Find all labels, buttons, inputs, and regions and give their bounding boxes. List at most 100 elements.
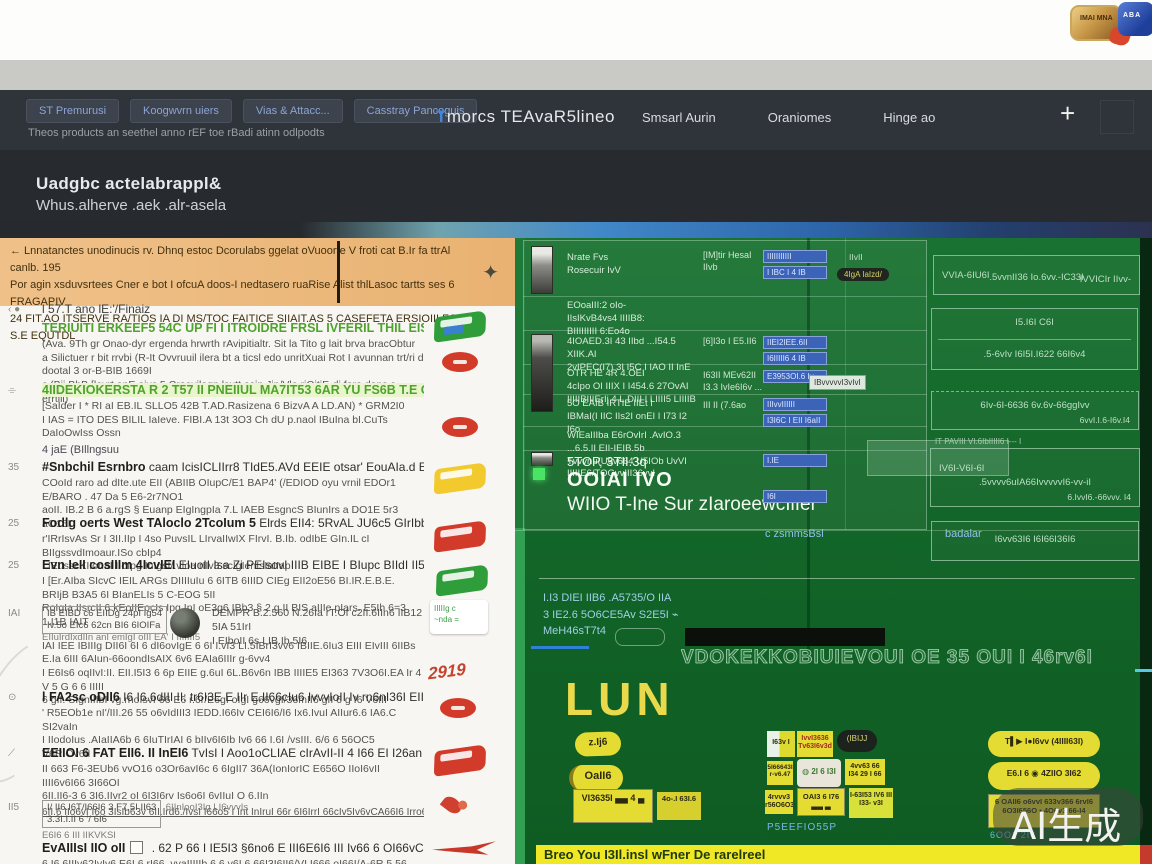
- result-title-link[interactable]: EEIIOI 6 FAT EII6. II InEI6 TvIsI I Aoo1…: [42, 746, 424, 760]
- ghost-button[interactable]: [615, 628, 665, 646]
- result-title-link[interactable]: EvAIIIsI IIO oII . 62 P 66 I IE5I3 §6no6…: [42, 841, 424, 855]
- yellow-flag-icon: [434, 462, 486, 495]
- blue-field[interactable]: IIEI2IEE.6II: [763, 336, 827, 349]
- panel-link[interactable]: c zsmmsBsl: [765, 528, 824, 540]
- blue-field[interactable]: I3I6C I EII I6aII: [763, 414, 827, 427]
- cyan-line: [1135, 669, 1152, 672]
- nav-pill-premium[interactable]: ST Premurusi: [26, 99, 119, 123]
- card-footer-text: 6.IvvI6.-66vvv. I4: [1067, 492, 1131, 502]
- nav-menu: Smsarl Aurin Oraniomes Hinge ao: [642, 110, 935, 125]
- yellow-badge[interactable]: 5I66643I r-v6.47: [767, 761, 793, 785]
- yellow-badge[interactable]: 4o-.I 63I.6: [657, 792, 701, 820]
- result-gutter-label: 35: [8, 462, 19, 473]
- nav-ghost-square[interactable]: [1100, 100, 1134, 134]
- result-title-bold: l FA2sc oDII6: [42, 690, 120, 704]
- blue-field[interactable]: IIIvvIIIIII: [763, 398, 827, 411]
- search-results-panel: ← Lnnatanctes unodinucis rv. Dhnq estoc …: [0, 238, 515, 864]
- page-header: Uadgbc actelabrappl& Whus.alherve .aek .…: [0, 150, 1152, 222]
- card-center-text: 6Iv-6I-6636 6v.6v-66ggIvv: [932, 400, 1138, 411]
- column-divider-dark: [807, 238, 810, 658]
- brand-logo[interactable]: Tmorcs TEAvaR5lineo: [436, 107, 615, 127]
- side-card: VVIA-6IU6I .5vvnII36 Io.6vv.-IC33I IVVIC…: [933, 255, 1140, 295]
- menu-item-smart[interactable]: Smsarl Aurin: [642, 110, 716, 125]
- row-center-cell: [IM]tir HesaI IIvb: [703, 250, 765, 273]
- text-cursor: [337, 241, 340, 303]
- notice-banner: ← Lnnatanctes unodinucis rv. Dhnq estoc …: [0, 238, 515, 306]
- handwritten-mark: 2919: [428, 660, 466, 685]
- nav-pill-recommended[interactable]: Koogwvrn uiers: [130, 99, 232, 123]
- dark-pill-badge[interactable]: (IBIJJ: [837, 730, 877, 752]
- checkbox[interactable]: [130, 841, 143, 854]
- search-result: ⌯ 4IIDEKIOKERSTA R 2 T57 II PNEIIUL MA7I…: [42, 383, 424, 456]
- side-card: IT PAVIII VI.6IbIIIII6 I--- I IV6I-V6I-6…: [930, 448, 1140, 507]
- stop-line-1: 5TOP, 3TII.3q: [567, 454, 647, 469]
- result-title-link[interactable]: #Snbchil Esrnbro caam IcisICLIIrr8 TIdE5…: [42, 460, 424, 474]
- green-overlay-panel: Nrate Fvs Rosecuir IvV [IM]tir HesaI IIv…: [515, 238, 1152, 864]
- blue-field[interactable]: I.IE: [763, 454, 827, 467]
- menu-item-categories[interactable]: Oraniomes: [768, 110, 832, 125]
- ai-watermark: AI生成: [993, 788, 1143, 846]
- secondary-bar: [0, 60, 1152, 90]
- yellow-badge[interactable]: I63v I: [767, 731, 795, 757]
- avatar[interactable]: [170, 608, 200, 638]
- result-title-link[interactable]: Evn IeII cosIIIm 4IcvIEI EIuoII Isa Zi P…: [42, 558, 424, 572]
- card-bottom-text: .5-6vIv I6I5I.I622 66I6v4: [932, 349, 1137, 360]
- blue-underline: [531, 646, 589, 649]
- result-gutter-icon: ⟋: [8, 748, 15, 759]
- yellow-badge[interactable]: OaII6: [569, 765, 623, 791]
- result-title-rest: Elrds EII4: 5RvAL JU6c5 GIrIbbslIg IaII5: [256, 516, 424, 530]
- result-description: II 663 F6-3EUb6 vvO16 o3Or6avI6c 6 6IgII…: [42, 763, 424, 804]
- menu-item-image[interactable]: Hinge ao: [883, 110, 935, 125]
- result-gutter-label: 25: [8, 560, 19, 571]
- circle-badge[interactable]: ◍ 2I 6 I3I: [797, 759, 841, 787]
- result-title-bold: Fodlg oerts West TAloclo 2TcoIum 5: [42, 516, 256, 530]
- result-title-rest: TvIsI I Aoo1oCLIAE cIrAvII-II 4 I66 EI I…: [188, 746, 424, 760]
- card-divider: [938, 339, 1131, 340]
- blue-field[interactable]: IIIIIIIIIII: [763, 250, 827, 263]
- gold-badge-label: IMAI MNA: [1080, 15, 1113, 23]
- result-title-link[interactable]: Fodlg oerts West TAloclo 2TcoIum 5 Elrds…: [42, 516, 424, 530]
- dark-tag-pill[interactable]: 4IgA IaIzd/: [837, 268, 889, 281]
- yellow-badge[interactable]: z.Ij6: [575, 731, 622, 757]
- gold-badge-icon[interactable]: IMAI MNA: [1070, 5, 1122, 41]
- yellow-badge[interactable]: OAI3 6 I76 ▃▃ ▃: [797, 788, 845, 816]
- row-field-group: IIEI2IEE.6II I6IIIII6 4 IB: [763, 336, 827, 368]
- add-button[interactable]: +: [1060, 98, 1075, 129]
- yellow-badge[interactable]: T▌▶ I●I6vv (4IIII63I): [988, 731, 1100, 757]
- card-left-text: IV6I-V6I-6I: [939, 463, 984, 474]
- panel-link[interactable]: badalar: [945, 528, 982, 540]
- result-sublink[interactable]: 4 jaE (BIllngsuu: [42, 444, 424, 456]
- yellow-badge[interactable]: IvvI3636 Tv63I6v3d: [797, 731, 833, 757]
- nav-pill-group: ST Premurusi Koogwvrn uiers Vias & Attac…: [26, 99, 477, 123]
- result-title-link[interactable]: 4IIDEKIOKERSTA R 2 T57 II PNEIIUL MA7IT5…: [42, 383, 424, 397]
- mid-caption[interactable]: P5EEFIO55P: [767, 822, 837, 833]
- yellow-badge[interactable]: 4rvvv3 r56O6O3I: [765, 790, 793, 814]
- result-title-link[interactable]: TERIUITI ERKEEF5 54C UP FI I ITROIDRE FR…: [42, 321, 424, 335]
- green-led-indicator: [533, 468, 545, 480]
- panel-left-edge-bright: [515, 528, 525, 864]
- red-flag-icon: [434, 744, 486, 777]
- ai-watermark-text: AI生成: [1011, 796, 1121, 850]
- red-oval-icon: [440, 698, 476, 718]
- row-center-cell: I63II MEv62II I3.3 IvIe6I6v ...: [703, 370, 765, 393]
- result-breadcrumb: l 57.T ano lE:'/Finaiz: [42, 302, 424, 316]
- yellow-badge[interactable]: I-63I53 IV6 III I33- v3I: [849, 788, 893, 818]
- red-oval-icon: [442, 417, 478, 437]
- blue-ribbon-badge-icon[interactable]: ABA: [1118, 2, 1152, 36]
- yellow-badge[interactable]: VI3635I ▄▄ 4 ▄: [573, 789, 653, 823]
- white-field[interactable]: IBvvvvvI3vIvI: [809, 375, 866, 390]
- result-title-bold: Evn IeII cosIIIm 4IcvIEI: [42, 558, 175, 572]
- result-title-link[interactable]: l FA2sc oDII6 I6 I6.6dIII II: tr6I3E E I…: [42, 690, 424, 704]
- blue-field[interactable]: I IBC I 4 IB: [763, 266, 827, 279]
- red-bird-icon: [440, 793, 464, 816]
- brand-text: morcs TEAvaR5lineo: [447, 107, 615, 126]
- horizontal-rule: [539, 578, 1135, 579]
- result-quote-box: I/ II6.I6T/I66I6 3 F7.5I II63 3.3I.I.II …: [42, 800, 161, 828]
- nav-pill-visit[interactable]: Vias & Attacc...: [243, 99, 343, 123]
- yellow-badge[interactable]: 4vv63 66 I34 29 I 66: [845, 759, 885, 785]
- blue-field[interactable]: I6I: [763, 490, 827, 503]
- right-dark-strip: [1140, 238, 1152, 864]
- yellow-badge[interactable]: E6.I 6 ◉ 4ZIIO 3I62: [988, 762, 1100, 790]
- blue-field[interactable]: I6IIIII6 4 IB: [763, 352, 827, 365]
- gradient-divider: [0, 222, 1152, 238]
